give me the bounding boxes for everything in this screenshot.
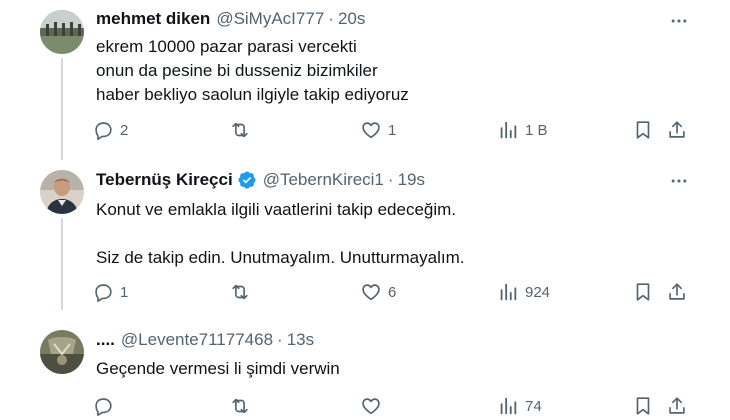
action-bar: 2 1 1 B	[92, 118, 692, 142]
retweet-button[interactable]	[229, 280, 257, 304]
action-bar: 1 6 924	[92, 280, 692, 304]
retweet-button[interactable]	[229, 118, 257, 142]
views-icon	[500, 283, 517, 301]
tweet-3[interactable]: .... @Levente71177468 · 13s Geçende verm…	[0, 320, 730, 420]
timestamp[interactable]: 13s	[287, 330, 314, 350]
avatar[interactable]	[40, 330, 84, 374]
thread-line	[61, 58, 63, 160]
bookmark-button[interactable]	[632, 280, 654, 304]
timestamp[interactable]: 19s	[398, 170, 425, 190]
views-button[interactable]: 924	[497, 280, 550, 304]
bookmark-icon	[636, 283, 650, 301]
reply-icon	[95, 284, 112, 302]
tweet-2[interactable]: Tebernüş Kireçci @TebernKireci1 · 19s Ko…	[0, 160, 730, 310]
share-button[interactable]	[666, 394, 688, 418]
tweet-text: Konut ve emlakla ilgili vaatlerini takip…	[96, 200, 465, 267]
verified-badge-icon[interactable]	[237, 170, 257, 190]
tweet-text: Geçende vermesi li şimdi verwin	[96, 359, 340, 378]
like-button[interactable]	[360, 394, 388, 418]
tweet-text: ekrem 10000 pazar parasi vercekti onun d…	[96, 37, 409, 104]
reply-button[interactable]: 2	[92, 118, 128, 142]
handle[interactable]: @Levente71177468	[121, 330, 273, 350]
like-count: 1	[388, 121, 397, 139]
reply-icon	[95, 122, 112, 140]
share-icon	[669, 283, 685, 300]
tweet-1[interactable]: mehmet diken @SiMyAcI777 · 20s ekrem 100…	[0, 0, 730, 160]
retweet-icon	[232, 284, 248, 300]
tweet-header: .... @Levente71177468 · 13s	[96, 330, 314, 350]
display-name[interactable]: mehmet diken	[96, 9, 210, 29]
view-count: 924	[525, 283, 551, 301]
views-button[interactable]: 74	[497, 394, 542, 418]
handle[interactable]: @TebernKireci1	[263, 170, 384, 190]
reply-button[interactable]	[92, 394, 120, 418]
view-count: 1 B	[525, 121, 548, 139]
retweet-button[interactable]	[229, 394, 257, 418]
bookmark-icon	[636, 397, 650, 415]
views-button[interactable]: 1 B	[497, 118, 548, 142]
action-bar: 74	[92, 394, 692, 418]
separator: ·	[277, 330, 283, 349]
more-icon[interactable]	[668, 170, 690, 192]
bookmark-icon	[636, 121, 650, 139]
avatar[interactable]	[40, 10, 84, 54]
heart-icon	[362, 122, 380, 139]
reply-button[interactable]: 1	[92, 280, 128, 304]
reply-count: 1	[120, 283, 129, 301]
views-icon	[500, 121, 517, 139]
retweet-icon	[232, 398, 248, 414]
views-icon	[500, 397, 517, 415]
avatar[interactable]	[40, 170, 84, 214]
tweet-header: mehmet diken @SiMyAcI777 · 20s	[96, 9, 365, 29]
share-button[interactable]	[666, 280, 688, 304]
bookmark-button[interactable]	[632, 394, 654, 418]
like-count: 6	[388, 283, 397, 301]
handle[interactable]: @SiMyAcI777	[216, 9, 324, 29]
separator: ·	[387, 170, 394, 189]
display-name[interactable]: Tebernüş Kireçci	[96, 170, 233, 190]
tweet-header: Tebernüş Kireçci @TebernKireci1 · 19s	[96, 170, 425, 190]
like-button[interactable]: 6	[360, 280, 396, 304]
like-button[interactable]: 1	[360, 118, 396, 142]
share-button[interactable]	[666, 118, 688, 142]
heart-icon	[362, 284, 380, 301]
thread-line	[61, 218, 63, 310]
reply-icon	[95, 398, 112, 416]
timestamp[interactable]: 20s	[338, 9, 365, 29]
display-name[interactable]: ....	[96, 330, 115, 350]
share-icon	[669, 121, 685, 138]
share-icon	[669, 397, 685, 414]
more-icon[interactable]	[668, 10, 690, 32]
view-count: 74	[525, 397, 542, 415]
heart-icon	[362, 398, 380, 415]
bookmark-button[interactable]	[632, 118, 654, 142]
separator: ·	[328, 9, 334, 28]
retweet-icon	[232, 122, 248, 138]
reply-count: 2	[120, 121, 129, 139]
